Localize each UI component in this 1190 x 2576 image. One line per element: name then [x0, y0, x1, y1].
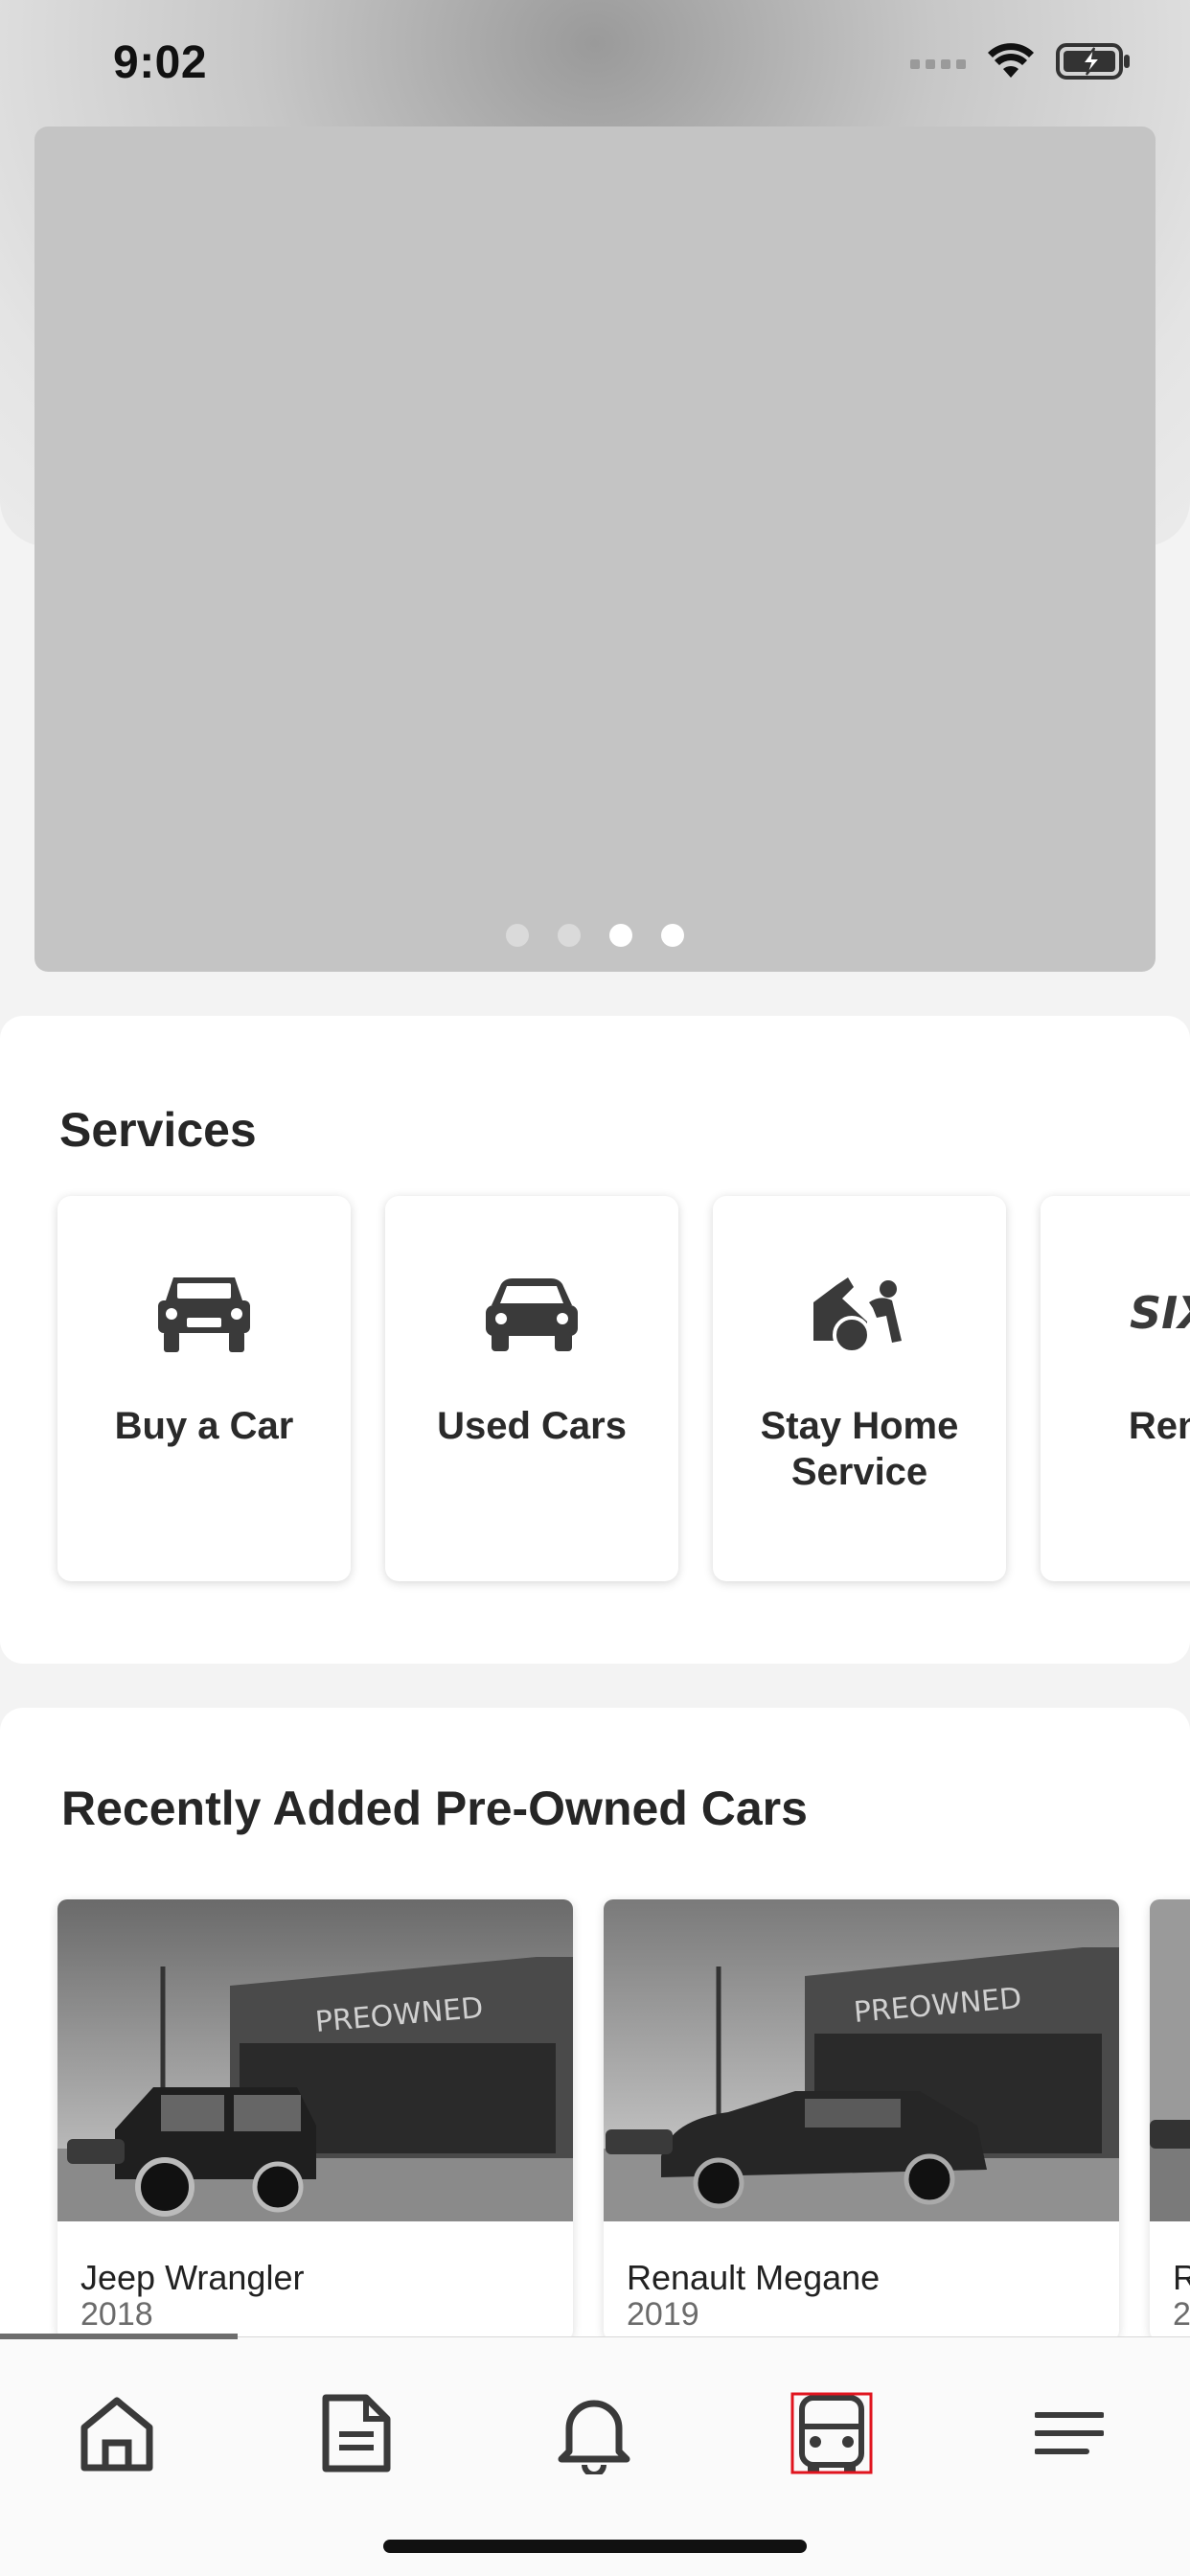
- service-label: Used Cars: [437, 1405, 627, 1447]
- mechanic-icon: [810, 1267, 909, 1363]
- car-card-renault-megane[interactable]: PREOWNED Renault Megane 2019: [604, 1899, 1119, 2340]
- svg-text:SIX: SIX: [1130, 1287, 1190, 1339]
- status-time: 9:02: [113, 37, 208, 88]
- battery-charging-icon: [1056, 43, 1130, 80]
- car-photo: PREOWNED: [604, 1899, 1119, 2221]
- carousel-dot[interactable]: [609, 924, 632, 947]
- service-label: Buy a Car: [114, 1405, 294, 1447]
- car-name: R: [1173, 2258, 1190, 2297]
- service-card-stay-home-service[interactable]: Stay Home Service: [713, 1196, 1006, 1581]
- car-front-icon: [484, 1267, 580, 1363]
- services-row: Buy a Car Used Cars Stay Home Service SI…: [57, 1196, 1190, 1581]
- car-year: 2: [1173, 2296, 1190, 2333]
- service-card-used-cars[interactable]: Used Cars: [385, 1196, 678, 1581]
- service-card-buy-a-car[interactable]: Buy a Car: [57, 1196, 351, 1581]
- services-section: Services Buy a Car Used Cars Stay Home S…: [0, 1016, 1190, 1664]
- car-icon: [790, 2392, 873, 2474]
- scroll-progress: [0, 2334, 238, 2339]
- signal-icon: [910, 59, 966, 69]
- menu-icon: [1035, 2412, 1104, 2454]
- car-year: 2018: [80, 2296, 153, 2333]
- bell-icon: [558, 2400, 630, 2474]
- rental-logo-icon: SIX: [1130, 1267, 1190, 1363]
- tab-cars[interactable]: [784, 2385, 880, 2481]
- document-icon: [322, 2394, 391, 2472]
- carousel-dot[interactable]: [661, 924, 684, 947]
- carousel-dots: [34, 924, 1156, 947]
- tab-notifications[interactable]: [546, 2385, 642, 2481]
- home-indicator: [383, 2540, 807, 2553]
- recent-cars-title: Recently Added Pre-Owned Cars: [61, 1782, 808, 1835]
- car-year: 2019: [627, 2296, 699, 2333]
- tab-documents[interactable]: [309, 2385, 404, 2481]
- car-name: Jeep Wrangler: [80, 2258, 305, 2297]
- app-screen: 9:02 Services Buy a Car Used Cars Stay H…: [0, 0, 1190, 2576]
- car-card-jeep-wrangler[interactable]: PREOWNED Jeep Wrangler 2018: [57, 1899, 573, 2340]
- suv-front-icon: [154, 1267, 254, 1363]
- service-label: Rent a: [1128, 1405, 1190, 1447]
- wifi-icon: [988, 43, 1034, 78]
- promo-banner-carousel[interactable]: [34, 126, 1156, 972]
- carousel-dot[interactable]: [506, 924, 529, 947]
- service-label: Stay Home Service: [760, 1405, 959, 1493]
- car-photo: [1150, 1899, 1190, 2221]
- tab-home[interactable]: [69, 2385, 165, 2481]
- car-photo: PREOWNED: [57, 1899, 573, 2221]
- status-icons: [910, 42, 1133, 80]
- status-bar: 9:02: [0, 0, 1190, 126]
- car-card-partial[interactable]: R 2: [1150, 1899, 1190, 2340]
- carousel-dot[interactable]: [558, 924, 581, 947]
- service-card-rent[interactable]: SIX Rent a: [1041, 1196, 1190, 1581]
- tab-menu[interactable]: [1021, 2385, 1117, 2481]
- services-title: Services: [59, 1103, 257, 1157]
- home-icon: [80, 2397, 153, 2472]
- car-name: Renault Megane: [627, 2258, 881, 2297]
